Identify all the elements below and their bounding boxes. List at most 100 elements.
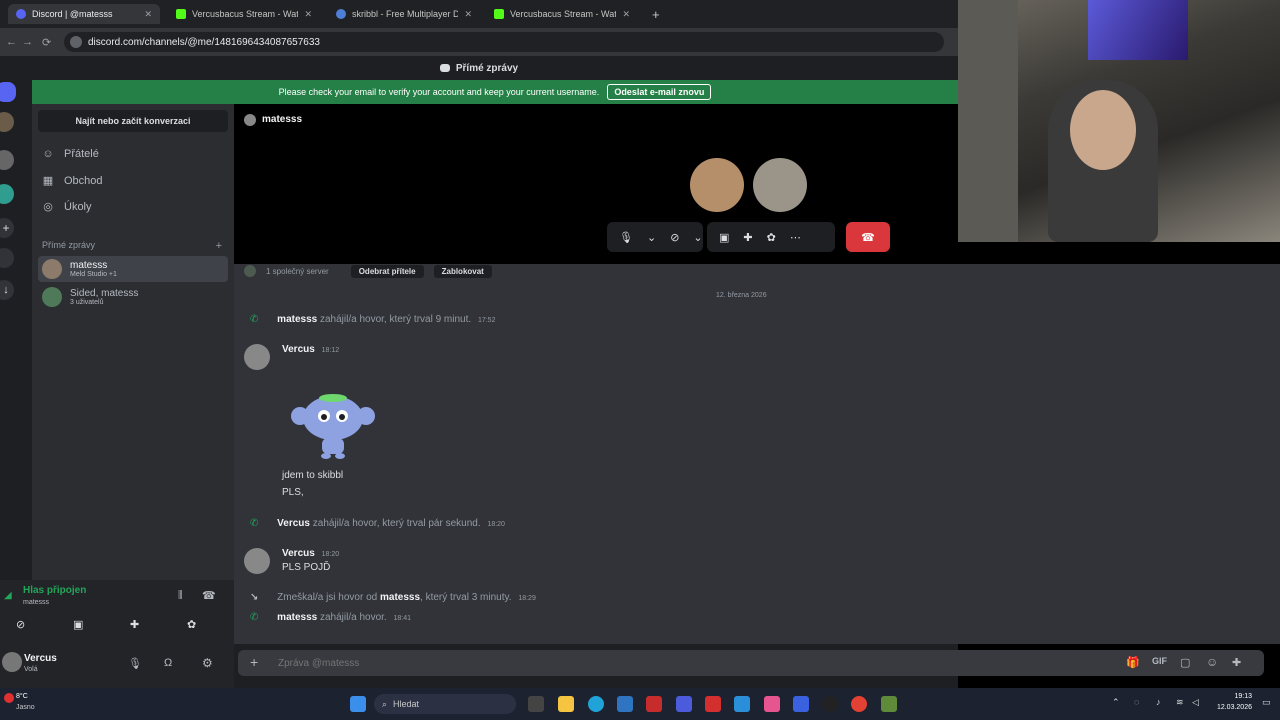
back-icon[interactable]: ←: [6, 36, 17, 48]
dm-item-matesss[interactable]: matesss Meld Studio +1: [38, 256, 228, 282]
tab-discord[interactable]: Discord | @matesss ✕: [8, 4, 160, 24]
taskbar-search[interactable]: ⌕ Hledat: [374, 694, 516, 714]
reload-icon[interactable]: ⟳: [42, 36, 51, 49]
noise-suppression-icon[interactable]: ⫼: [178, 590, 183, 601]
task-view-icon[interactable]: [528, 696, 544, 712]
avatar[interactable]: [244, 548, 270, 574]
nav-shop[interactable]: ▦ Obchod: [42, 175, 103, 187]
browser-tab-bar: Discord | @matesss ✕ Vercusbacus Stream …: [0, 0, 958, 28]
missed-call-message: ↘ Zmeškal/a jsi hovor od matesss, který …: [250, 592, 536, 603]
call-participant-avatar[interactable]: [690, 158, 744, 212]
voice-status[interactable]: Hlas připojen: [23, 585, 86, 596]
soundboard-icon[interactable]: ✿: [187, 618, 196, 631]
screen-share-icon[interactable]: ▣: [719, 231, 729, 244]
dm-item-group[interactable]: Sided, matesss 3 uživatelů: [38, 284, 228, 310]
address-bar-row: ← → ⟳ discord.com/channels/@me/148169643…: [0, 28, 958, 56]
tab-skribbl[interactable]: skribbl - Free Multiplayer Draw ✕: [328, 4, 480, 24]
windows-start-icon[interactable]: [350, 696, 366, 712]
discover-icon[interactable]: [0, 248, 14, 268]
minecraft-icon[interactable]: [881, 696, 897, 712]
tab-kick-stream-1[interactable]: Vercusbacus Stream - Watch Li ✕: [168, 4, 320, 24]
app-icon[interactable]: [793, 696, 809, 712]
avatar: [244, 114, 256, 126]
wifi-icon[interactable]: ≋: [1176, 697, 1184, 708]
attach-plus-icon[interactable]: +: [250, 654, 258, 670]
app-icon[interactable]: [676, 696, 692, 712]
kick-favicon-icon: [176, 9, 186, 19]
block-button[interactable]: Zablokovat: [433, 264, 492, 278]
missed-call-icon: ↘: [250, 592, 259, 603]
mic-control[interactable]: 🎙 ⌄ ⊘ ⌄: [607, 222, 703, 252]
user-panel: Vercus Volá 🎙 Ω ⚙: [0, 644, 234, 688]
phone-icon: ✆: [250, 314, 259, 325]
dm-sidebar: Najít nebo začít konverzaci ☺ Přátelé ▦ …: [32, 104, 234, 580]
app-icon[interactable]: [705, 696, 721, 712]
add-dm-icon[interactable]: +: [216, 240, 222, 252]
close-tab-icon[interactable]: ✕: [622, 9, 630, 20]
camera-off-icon[interactable]: ⊘: [16, 618, 25, 631]
avatar[interactable]: [2, 652, 22, 672]
chevron-down-icon[interactable]: ⌄: [693, 231, 702, 244]
disconnect-icon[interactable]: ☎: [202, 589, 216, 602]
verify-email-banner: Please check your email to verify your a…: [32, 80, 958, 104]
app-icon[interactable]: [764, 696, 780, 712]
settings-gear-icon[interactable]: ⚙: [202, 656, 213, 670]
microphone-icon[interactable]: 🎙: [128, 657, 142, 670]
server-icon[interactable]: [0, 184, 14, 204]
headphones-icon[interactable]: Ω: [164, 657, 172, 669]
nav-quests[interactable]: ◎ Úkoly: [42, 201, 91, 213]
app-icon[interactable]: [734, 696, 750, 712]
gift-icon[interactable]: 🎁: [1126, 656, 1140, 669]
server-icon[interactable]: [0, 150, 14, 170]
screen-share-icon[interactable]: ▣: [73, 618, 83, 631]
camera-off-icon[interactable]: ⊘: [670, 231, 679, 244]
add-server-icon[interactable]: +: [0, 218, 14, 238]
site-info-icon[interactable]: [70, 36, 82, 48]
apps-icon[interactable]: ✚: [1232, 656, 1241, 669]
remove-friend-button[interactable]: Odebrat přítele: [350, 264, 424, 278]
antivirus-icon[interactable]: [646, 696, 662, 712]
message-input[interactable]: [278, 654, 1078, 672]
nav-friends[interactable]: ☺ Přátelé: [42, 148, 98, 160]
server-icon[interactable]: [0, 112, 14, 132]
shelf: [958, 0, 1018, 242]
notification-icon[interactable]: ▭: [1262, 697, 1271, 708]
forward-icon[interactable]: →: [22, 36, 33, 48]
download-icon[interactable]: ↓: [0, 280, 14, 300]
avatar[interactable]: [244, 344, 270, 370]
gif-icon[interactable]: GIF: [1152, 656, 1167, 666]
more-icon[interactable]: ⋯: [790, 231, 801, 244]
discord-home-icon[interactable]: [0, 82, 16, 102]
tray-icon[interactable]: ◌: [1134, 697, 1139, 707]
url-field[interactable]: discord.com/channels/@me/148169643408765…: [64, 32, 944, 52]
search-input[interactable]: Najít nebo začít konverzaci: [38, 110, 228, 132]
store-icon[interactable]: [617, 696, 633, 712]
windows-taskbar: 8°C Jasno ⌕ Hledat ⌃ ◌ ♪ ≋ ◁ 19:13 12.03…: [0, 688, 1280, 720]
edge-icon[interactable]: [588, 696, 604, 712]
microphone-icon[interactable]: 🎙: [619, 231, 633, 244]
volume-icon[interactable]: ◁: [1192, 697, 1199, 708]
activities-icon[interactable]: ✚: [130, 618, 139, 631]
tab-kick-stream-2[interactable]: Vercusbacus Stream - Watch Li ✕: [486, 4, 638, 24]
activities-icon[interactable]: ✚: [743, 231, 752, 244]
close-tab-icon[interactable]: ✕: [464, 9, 472, 20]
obs-icon[interactable]: [822, 696, 838, 712]
chat-area: 1 společný server Odebrat přítele Zablok…: [234, 264, 1280, 644]
call-participant-avatar[interactable]: [753, 158, 807, 212]
chrome-icon[interactable]: [851, 696, 867, 712]
close-tab-icon[interactable]: ✕: [304, 9, 312, 20]
file-explorer-icon[interactable]: [558, 696, 574, 712]
microphone-icon[interactable]: ♪: [1156, 697, 1161, 707]
quests-icon: ◎: [43, 201, 53, 213]
phone-icon: ✆: [250, 612, 259, 623]
chevron-up-icon[interactable]: ⌃: [1112, 697, 1120, 708]
close-tab-icon[interactable]: ✕: [144, 9, 152, 20]
hangup-button[interactable]: ☎: [846, 222, 890, 252]
emoji-icon[interactable]: ☺: [1206, 655, 1218, 669]
weather-icon[interactable]: [4, 693, 14, 703]
resend-email-button[interactable]: Odeslat e-mail znovu: [607, 84, 712, 100]
sticker-icon[interactable]: ▢: [1180, 656, 1190, 669]
new-tab-button[interactable]: +: [644, 4, 664, 24]
soundboard-icon[interactable]: ✿: [767, 231, 776, 244]
chevron-down-icon[interactable]: ⌄: [647, 231, 656, 244]
